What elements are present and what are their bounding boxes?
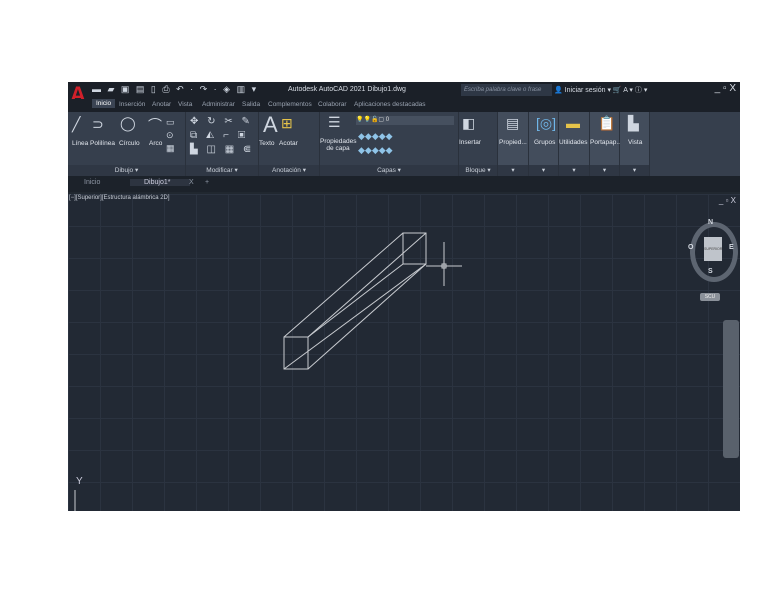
layer-properties-button[interactable]: Propiedades de capa <box>320 138 357 152</box>
ribbon-tabs: Inicio Inserción Anotar Vista Administra… <box>68 99 740 112</box>
panel-label-modificar[interactable]: Modificar ▾ <box>186 165 258 176</box>
tab-aplicaciones-destacadas[interactable]: Aplicaciones destacadas <box>354 101 426 108</box>
new-tab-button[interactable]: + <box>205 179 209 186</box>
view-label: Vista <box>628 139 643 146</box>
clipboard-icon: 📋 <box>598 115 616 131</box>
box-edge <box>307 263 427 370</box>
compass-south[interactable]: S <box>708 268 713 275</box>
panel-utilidades[interactable]: ▬ Utilidades ▾ <box>559 112 590 176</box>
tab-inicio[interactable]: Inicio <box>92 99 116 108</box>
window-controls[interactable]: _ ▫ X <box>715 83 736 94</box>
circle-button[interactable]: Círculo <box>119 140 140 147</box>
user-icon: 👤 <box>554 87 563 94</box>
box-edge <box>283 232 404 338</box>
dimension-button[interactable]: Acotar <box>279 140 298 147</box>
panel-label-dibujo[interactable]: Dibujo ▾ <box>68 165 185 176</box>
doc-tab-inicio[interactable]: Inicio <box>84 179 100 186</box>
panel-anotacion: A ⊞ Texto Acotar Anotación ▾ <box>259 112 320 176</box>
viewcube-face[interactable]: SUPERIOR <box>704 237 722 261</box>
y-axis-label: Y <box>76 476 83 487</box>
polyline-button[interactable]: Polilínea <box>90 140 115 147</box>
view-icon: ▙ <box>628 115 639 131</box>
panel-grupos[interactable]: [◎] Grupos ▾ <box>529 112 559 176</box>
drawing-viewport[interactable]: [−][Superior][Estructura alámbrica 2D] _… <box>68 194 740 511</box>
panel-capas: ☰ Propiedades de capa 💡💡🔓▢ 0 ◆◆◆◆◆ ◆◆◆◆◆ … <box>320 112 459 176</box>
insert-block-icon: ◧ <box>462 115 476 131</box>
document-tabs: Inicio Dibujo1* X + <box>68 176 740 192</box>
line-icon: ╱ <box>72 116 81 132</box>
modify-tools-icon[interactable]: ✥ ↻ ✂ ✎ ⧉ ◭ ⌐ ▣ ▙ ◫ ▦ ⋐ <box>190 115 254 157</box>
compass-north[interactable]: N <box>708 219 713 226</box>
circle-icon: ◯ <box>120 115 136 131</box>
properties-icon: ▤ <box>506 115 520 131</box>
ucs-menu-button[interactable]: SCU <box>700 293 720 301</box>
panel-dibujo: ╱ ⊃ ◯ ⌒ Línea Polilínea Círculo Arco ▭ ⊙ ▦… <box>68 112 186 176</box>
app-title: Autodesk AutoCAD 2021 Dibujo1.dwg <box>288 86 406 93</box>
panel-bloque: ◧ Insertar Bloque ▾ <box>459 112 498 176</box>
title-bar: A ▬ ▰ ▣ ▤ ▯ ⎙ ↶ · ↷ · ◈ ▥ ▾ Autodesk Aut… <box>68 82 740 106</box>
tab-administrar[interactable]: Administrar <box>202 101 235 108</box>
insert-button[interactable]: Insertar <box>459 139 481 146</box>
tab-insercion[interactable]: Inserción <box>119 101 145 108</box>
autocad-window: A ▬ ▰ ▣ ▤ ▯ ⎙ ↶ · ↷ · ◈ ▥ ▾ Autodesk Aut… <box>68 82 740 511</box>
draw-small-tools-icon[interactable]: ▭ ⊙ ▦ <box>166 116 175 155</box>
tab-vista[interactable]: Vista <box>178 101 192 108</box>
box-front-face <box>283 336 309 370</box>
box-back-face <box>402 232 427 265</box>
groups-label: Grupos <box>534 139 556 146</box>
panel-label-capas[interactable]: Capas ▾ <box>320 165 458 176</box>
arc-button[interactable]: Arco <box>149 140 162 147</box>
layer-properties-icon: ☰ <box>328 114 341 130</box>
quick-access-toolbar[interactable]: ▬ ▰ ▣ ▤ ▯ ⎙ ↶ · ↷ · ◈ ▥ ▾ <box>92 84 258 95</box>
dimension-icon: ⊞ <box>281 115 293 131</box>
panel-label-bloque[interactable]: Bloque ▾ <box>459 165 497 176</box>
groups-icon: [◎] <box>536 115 556 131</box>
panel-vista[interactable]: ▙ Vista ▾ <box>620 112 650 176</box>
box-edge <box>283 263 427 370</box>
properties-label: Propied... <box>499 139 527 146</box>
sign-in-button[interactable]: 👤 Iniciar sesión ▾ 🛒 A ▾ ⓘ ▾ <box>554 85 647 95</box>
utilities-label: Utilidades <box>559 139 588 146</box>
text-button[interactable]: Texto <box>259 140 275 147</box>
panel-propiedades[interactable]: ▤ Propied... ▾ <box>498 112 529 176</box>
line-button[interactable]: Línea <box>72 140 88 147</box>
close-tab-icon[interactable]: X <box>189 179 194 186</box>
tab-complementos[interactable]: Complementos <box>268 101 312 108</box>
layer-value: 0 <box>385 117 390 123</box>
search-input[interactable]: Escriba palabra clave o frase <box>461 84 552 96</box>
panel-label-anotacion[interactable]: Anotación ▾ <box>259 165 319 176</box>
compass-west[interactable]: O <box>688 244 693 251</box>
panel-modificar: ✥ ↻ ✂ ✎ ⧉ ◭ ⌐ ▣ ▙ ◫ ▦ ⋐ Modificar ▾ <box>186 112 259 176</box>
layer-dropdown[interactable]: 💡💡🔓▢ 0 <box>356 116 454 125</box>
box-edge <box>307 232 427 338</box>
tab-colaborar[interactable]: Colaborar <box>318 101 347 108</box>
clipboard-label: Portapap... <box>590 139 622 146</box>
navigation-bar[interactable] <box>723 320 739 458</box>
sign-in-label: Iniciar sesión <box>564 87 606 94</box>
text-icon: A <box>263 112 278 137</box>
arc-icon: ⌒ <box>148 117 162 133</box>
compass-east[interactable]: E <box>729 244 734 251</box>
panel-portapapeles[interactable]: 📋 Portapap... ▾ <box>590 112 622 176</box>
tab-salida[interactable]: Salida <box>242 101 260 108</box>
crosshair-cursor <box>426 242 462 286</box>
ribbon: ╱ ⊃ ◯ ⌒ Línea Polilínea Círculo Arco ▭ ⊙ ▦… <box>68 112 740 176</box>
wireframe-box-drawing <box>74 232 462 511</box>
tab-anotar[interactable]: Anotar <box>152 101 171 108</box>
layer-tools-icon[interactable]: ◆◆◆◆◆ ◆◆◆◆◆ <box>358 129 393 157</box>
polyline-icon: ⊃ <box>92 116 104 132</box>
doc-tab-dibujo1[interactable]: Dibujo1* <box>130 179 191 186</box>
measure-icon: ▬ <box>566 115 580 131</box>
